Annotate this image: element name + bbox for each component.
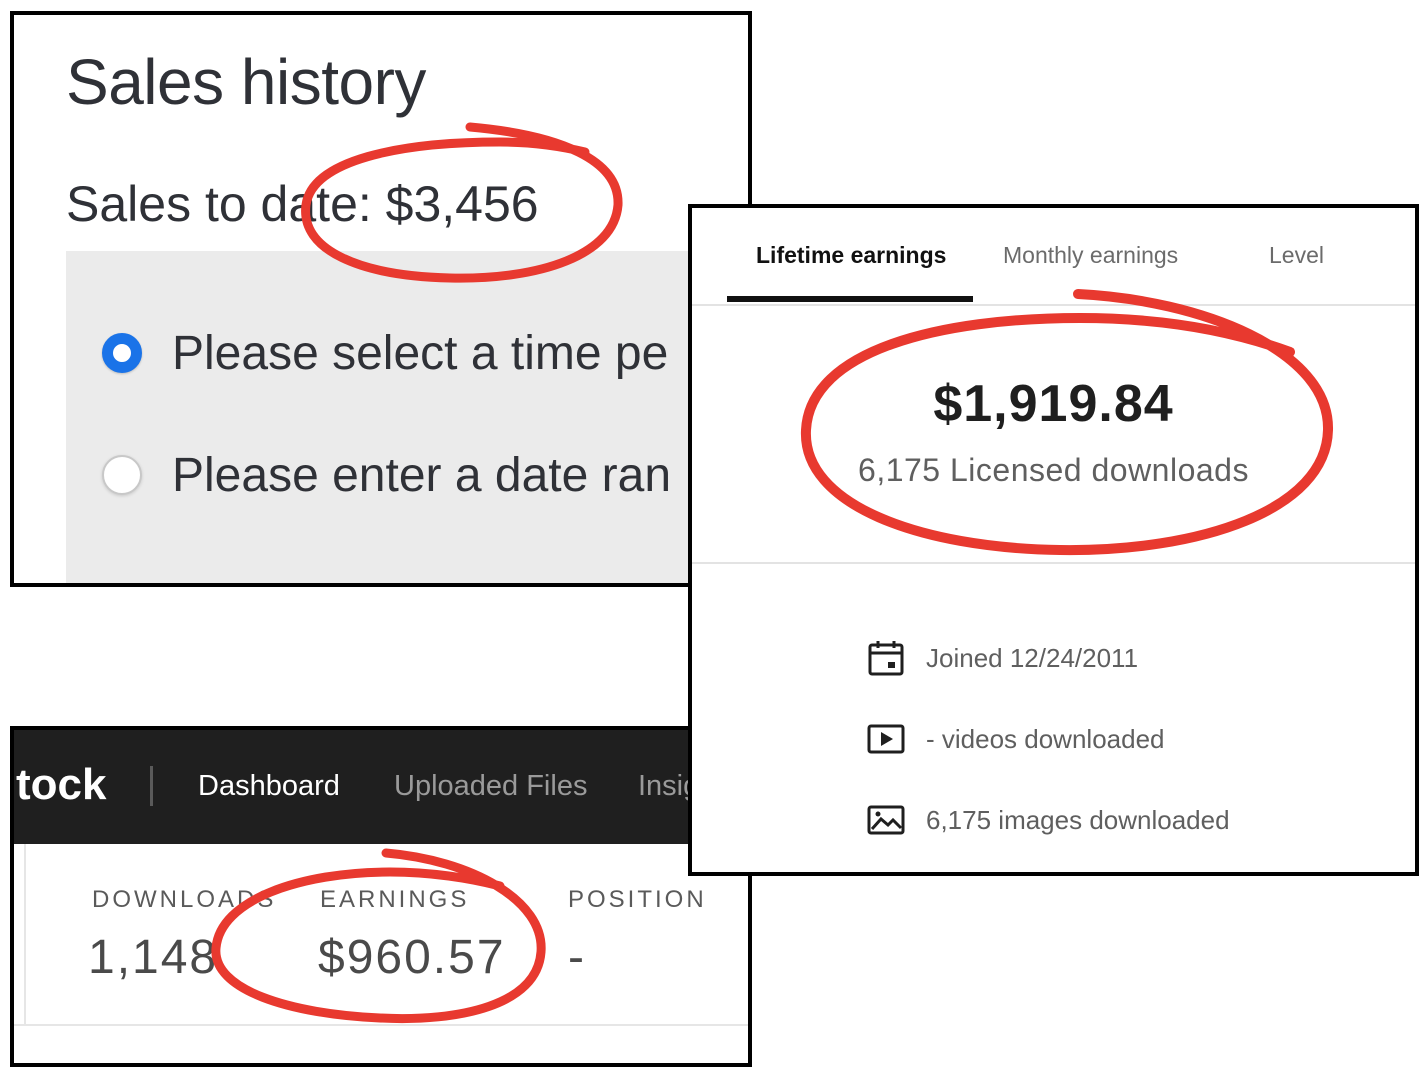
radio-option-time-period[interactable]: Please select a time pe <box>102 323 668 383</box>
image-icon <box>867 805 905 835</box>
nav-divider <box>150 766 153 806</box>
radio-selected-icon[interactable] <box>102 333 142 373</box>
time-period-options: Please select a time pe Please enter a d… <box>66 251 748 583</box>
info-videos: - videos downloaded <box>866 719 1165 759</box>
stat-label-position: POSITION <box>568 886 707 913</box>
earnings-tabs: Lifetime earnings Monthly earnings Level <box>692 208 1415 306</box>
top-navbar: tock Dashboard Uploaded Files Insig <box>14 730 748 844</box>
stat-value-earnings: $960.57 <box>318 931 506 984</box>
radio-label: Please select a time pe <box>172 326 669 380</box>
calendar-icon <box>868 641 904 676</box>
radio-label: Please enter a date ran <box>172 448 672 502</box>
active-tab-indicator <box>727 296 973 302</box>
earnings-panel: Lifetime earnings Monthly earnings Level… <box>688 204 1419 876</box>
video-play-icon <box>867 724 905 754</box>
tab-lifetime-earnings[interactable]: Lifetime earnings <box>756 242 946 269</box>
radio-option-date-range[interactable]: Please enter a date ran <box>102 445 671 505</box>
tab-monthly-earnings[interactable]: Monthly earnings <box>1003 242 1178 269</box>
nav-item-uploaded-files[interactable]: Uploaded Files <box>394 770 587 803</box>
page-title: Sales history <box>66 46 426 118</box>
info-joined-text: Joined 12/24/2011 <box>926 642 1139 673</box>
sales-to-date: Sales to date: $3,456 <box>66 176 539 232</box>
tab-level[interactable]: Level <box>1269 242 1324 269</box>
stat-label-earnings: EARNINGS <box>320 886 470 913</box>
lifetime-earnings-amount: $1,919.84 <box>933 375 1174 433</box>
info-images: 6,175 images downloaded <box>866 800 1230 840</box>
stock-dashboard-panel: tock Dashboard Uploaded Files Insig DOWN… <box>10 726 752 1067</box>
brand-logo[interactable]: tock <box>16 760 106 810</box>
info-videos-text: - videos downloaded <box>926 723 1165 754</box>
stat-value-position: - <box>568 931 586 984</box>
section-divider <box>692 562 1415 564</box>
stat-value-downloads: 1,148 <box>88 931 219 984</box>
sales-history-panel: Sales history Sales to date: $3,456 Plea… <box>10 11 752 587</box>
stats-divider <box>24 844 26 1024</box>
stats-row: DOWNLOADS 1,148 EARNINGS $960.57 POSITIO… <box>14 844 748 1026</box>
info-joined: Joined 12/24/2011 <box>866 638 1138 678</box>
nav-item-dashboard[interactable]: Dashboard <box>198 770 340 803</box>
info-images-text: 6,175 images downloaded <box>926 804 1230 835</box>
radio-unselected-icon[interactable] <box>102 455 142 495</box>
stat-label-downloads: DOWNLOADS <box>92 886 277 913</box>
licensed-downloads: 6,175 Licensed downloads <box>858 452 1249 488</box>
